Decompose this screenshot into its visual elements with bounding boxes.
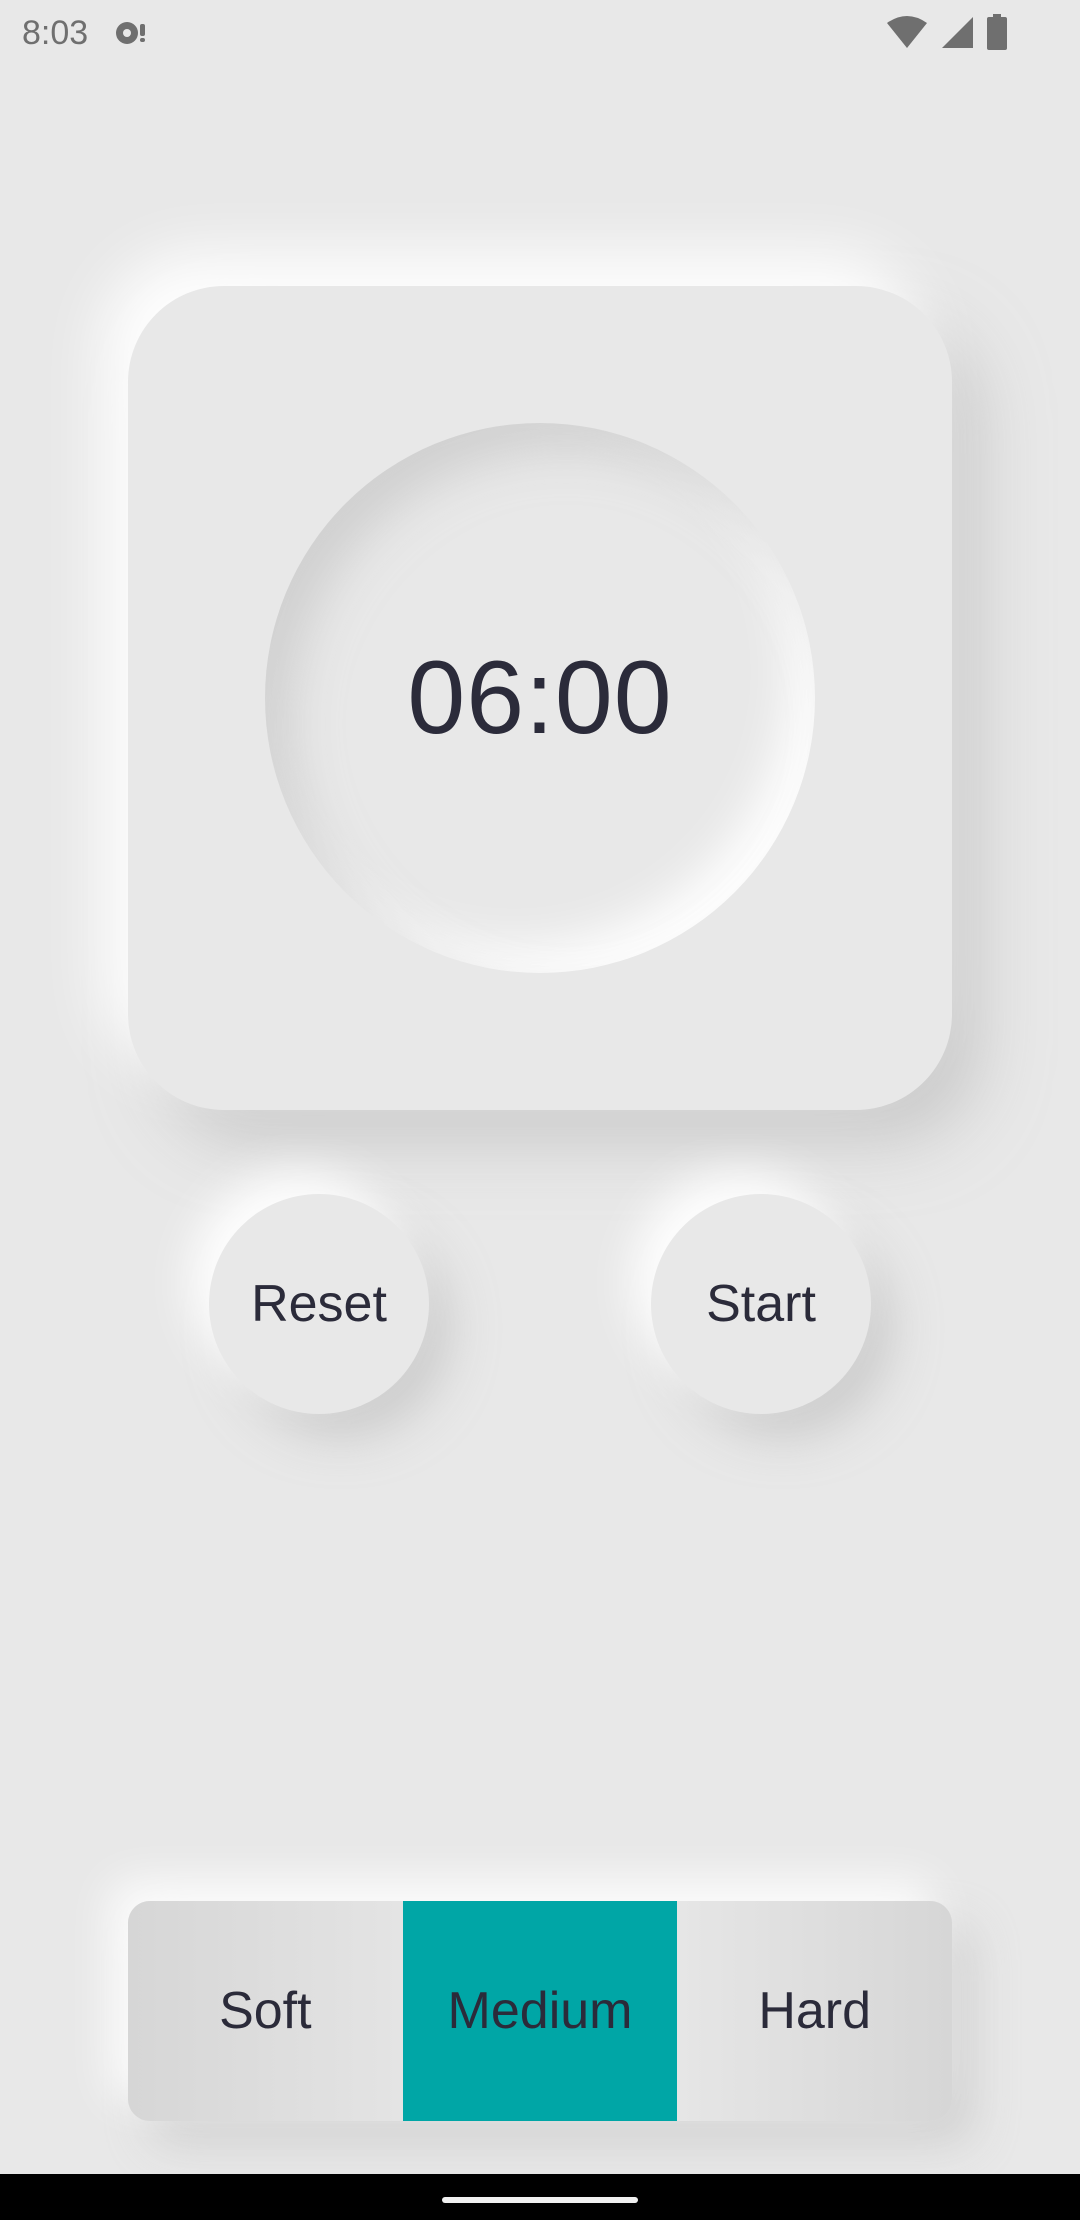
start-button[interactable]: Start (651, 1194, 871, 1414)
cellular-signal-icon (940, 15, 974, 49)
segment-medium[interactable]: Medium (402, 1901, 678, 2121)
reset-button[interactable]: Reset (209, 1194, 429, 1414)
app-notification-icon (114, 18, 152, 46)
timer-dial: 06:00 (265, 423, 815, 973)
timer-card: 06:00 (128, 286, 952, 1110)
status-bar: 8:03 (0, 0, 1080, 66)
segment-hard[interactable]: Hard (677, 1901, 952, 2121)
egg-type-selector: Soft Medium Hard (128, 1901, 952, 2121)
segment-soft[interactable]: Soft (128, 1901, 403, 2121)
wifi-icon (886, 15, 928, 49)
home-gesture-handle[interactable] (442, 2197, 638, 2203)
status-icons (886, 14, 1008, 50)
battery-icon (986, 14, 1008, 50)
status-time: 8:03 (22, 14, 89, 52)
navigation-bar (0, 2174, 1080, 2220)
timer-display: 06:00 (407, 640, 673, 756)
